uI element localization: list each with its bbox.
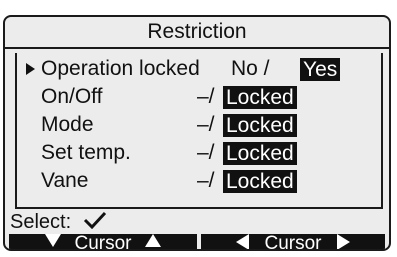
triangle-right-icon xyxy=(336,234,350,249)
triangle-up-icon xyxy=(144,234,161,247)
option-prefix: –/ xyxy=(197,113,215,136)
option-prefix: –/ xyxy=(197,169,215,192)
selected-option[interactable]: Locked xyxy=(223,170,297,193)
selected-option[interactable]: Locked xyxy=(223,114,297,137)
function-button-bar: Cursor Cursor xyxy=(9,233,385,251)
menu-row-label: Mode xyxy=(41,113,94,136)
menu-row-label: Operation locked xyxy=(41,57,200,80)
restriction-menu: Operation locked No / Yes On/Off –/ Lock… xyxy=(15,53,383,209)
option-prefix: No / xyxy=(231,57,270,80)
select-hint: Select: xyxy=(5,211,389,234)
cursor-label: Cursor xyxy=(264,233,322,251)
selected-option[interactable]: Locked xyxy=(223,86,297,109)
cursor-arrow-icon xyxy=(26,63,35,75)
menu-row-label: Vane xyxy=(41,169,89,192)
selected-option[interactable]: Yes xyxy=(300,58,341,81)
triangle-left-icon xyxy=(236,234,250,249)
cursor-label: Cursor xyxy=(74,233,132,251)
cursor-left-right-button[interactable]: Cursor xyxy=(201,233,385,251)
screen-title: Restriction xyxy=(5,17,389,49)
menu-row-label: Set temp. xyxy=(41,141,131,164)
menu-row-label: On/Off xyxy=(41,85,103,108)
checkmark-icon xyxy=(83,211,107,234)
remote-controller-display: Restriction Operation locked No / Yes On… xyxy=(0,0,397,257)
option-prefix: –/ xyxy=(197,85,215,108)
selected-option[interactable]: Locked xyxy=(223,142,297,165)
lcd-screen: Restriction Operation locked No / Yes On… xyxy=(3,15,391,251)
select-label: Select: xyxy=(10,211,72,233)
option-prefix: –/ xyxy=(197,141,215,164)
cursor-up-down-button[interactable]: Cursor xyxy=(9,233,197,251)
triangle-down-icon xyxy=(45,234,62,247)
